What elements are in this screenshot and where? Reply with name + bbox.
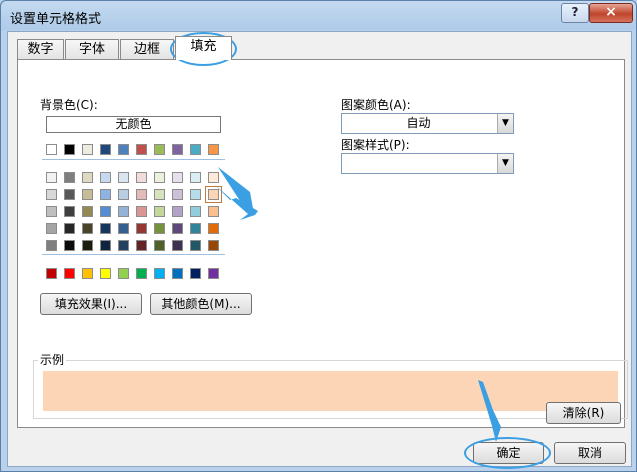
- format-cells-dialog: 设置单元格格式 ? × 数字 字体 边框 填充 背景色(C): 无颜色 填充效果…: [0, 0, 637, 472]
- help-icon: ?: [571, 5, 579, 19]
- close-icon: ×: [605, 4, 617, 20]
- annotation-arrows: [214, 166, 501, 442]
- tab-label: 填充: [190, 39, 217, 54]
- title-bar: 设置单元格格式 ? ×: [1, 1, 636, 31]
- close-button[interactable]: ×: [589, 3, 633, 23]
- arrow-icon: [478, 380, 501, 442]
- help-button[interactable]: ?: [561, 3, 589, 23]
- tab-fill[interactable]: 填充: [175, 36, 232, 60]
- dialog-title: 设置单元格格式: [10, 12, 102, 27]
- arrow-icon: [218, 167, 254, 214]
- dialog-client: 数字 字体 边框 填充 背景色(C): 无颜色 填充效果(I)... 其他颜色(…: [7, 31, 632, 469]
